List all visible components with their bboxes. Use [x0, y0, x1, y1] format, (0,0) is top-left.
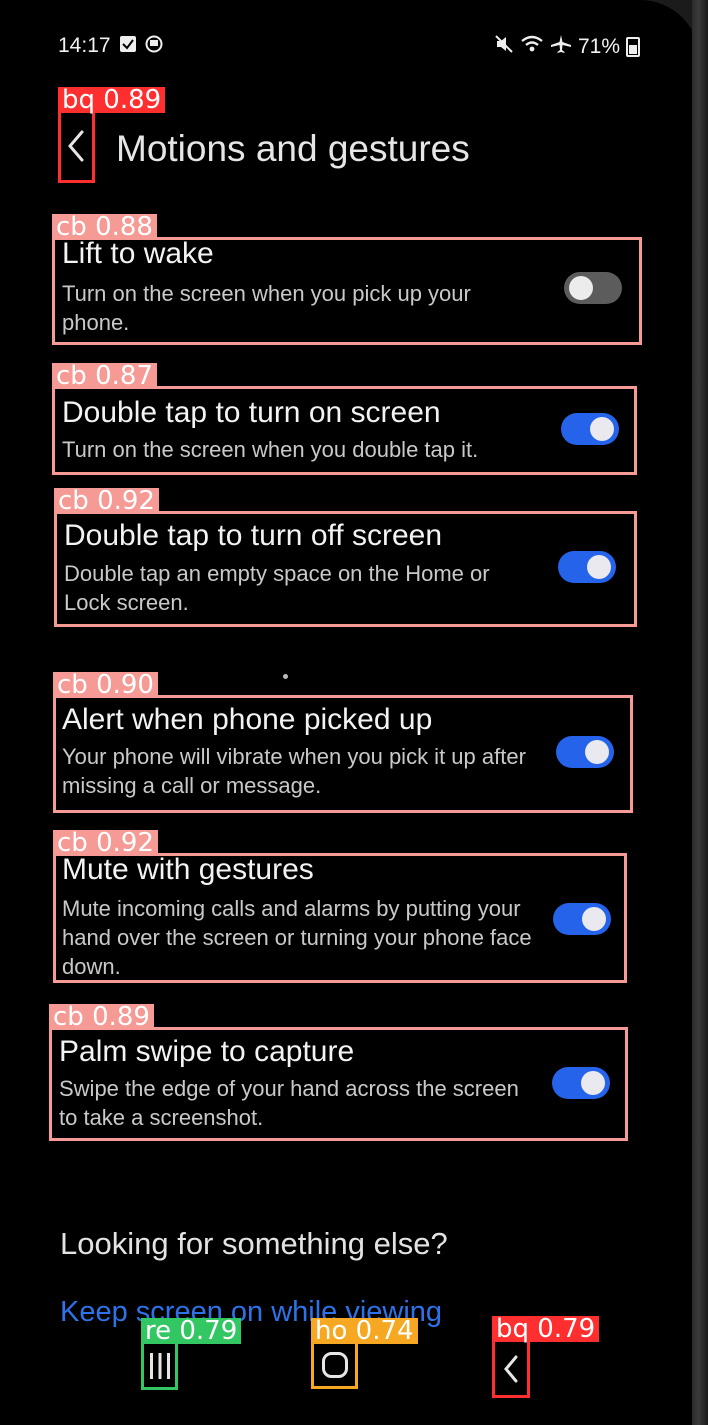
detection-box-setting: cb 0.92	[54, 488, 637, 627]
detection-box-setting: cb 0.87	[52, 363, 637, 475]
detection-box-setting: cb 0.92	[53, 830, 627, 983]
wifi-icon	[520, 34, 544, 59]
detection-label: cb 0.92	[54, 488, 159, 514]
detection-box-back: bq 0.79	[492, 1316, 600, 1398]
battery-icon	[626, 36, 640, 57]
detection-box-setting: cb 0.89	[49, 1004, 628, 1141]
looking-heading: Looking for something else?	[60, 1226, 448, 1261]
phone-bezel	[692, 0, 708, 1425]
detection-box-back: bq 0.89	[58, 87, 166, 183]
detection-label: cb 0.87	[52, 363, 157, 389]
detection-label: bq 0.79	[492, 1316, 600, 1342]
detection-label: re 0.79	[141, 1318, 242, 1344]
notification-check-icon	[119, 35, 137, 58]
sync-icon	[145, 35, 163, 58]
detection-label: bq 0.89	[58, 87, 166, 113]
detection-box-recents: re 0.79	[141, 1318, 242, 1390]
detection-box-home: ho 0.74	[311, 1318, 418, 1389]
status-left: 14:17	[58, 34, 163, 58]
phone-screen: 14:17 71% bq 0.89 Motions and gestures L…	[0, 0, 700, 1425]
detection-box-setting: cb 0.90	[53, 672, 633, 813]
status-right: 71%	[494, 34, 640, 59]
status-bar: 14:17 71%	[58, 32, 640, 62]
detection-label: cb 0.90	[53, 672, 158, 698]
battery-percent: 71%	[577, 34, 620, 58]
page-title: Motions and gestures	[116, 128, 470, 169]
status-time: 14:17	[58, 34, 111, 57]
detection-label: cb 0.89	[49, 1004, 154, 1030]
detection-label: cb 0.88	[52, 214, 157, 240]
mute-icon	[494, 34, 514, 59]
detection-box-setting: cb 0.88	[52, 214, 642, 345]
detection-label: cb 0.92	[53, 830, 158, 856]
detection-label: ho 0.74	[311, 1318, 418, 1344]
scroll-dot	[283, 674, 288, 679]
airplane-icon	[550, 34, 572, 59]
